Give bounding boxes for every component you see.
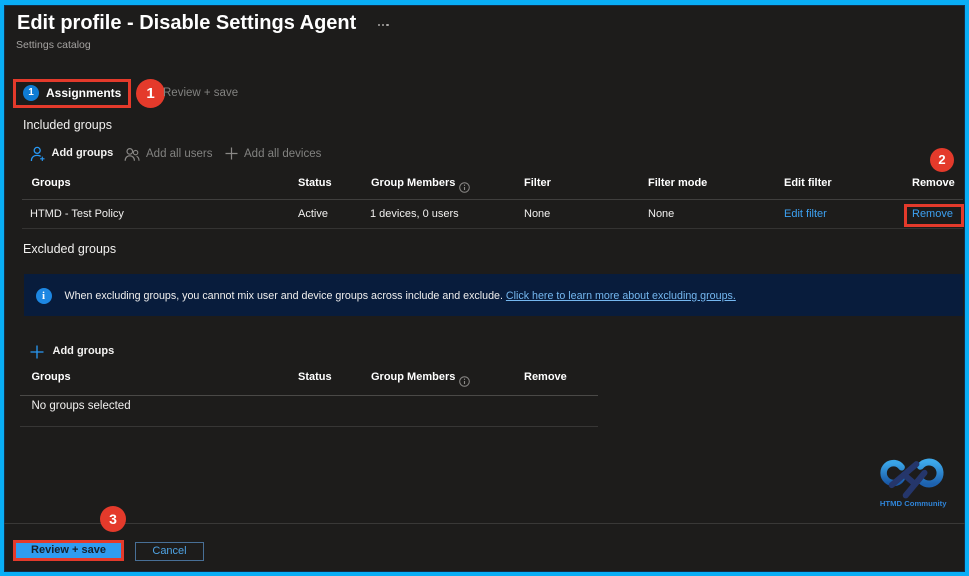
svg-text:HTMD Community: HTMD Community <box>880 499 947 508</box>
